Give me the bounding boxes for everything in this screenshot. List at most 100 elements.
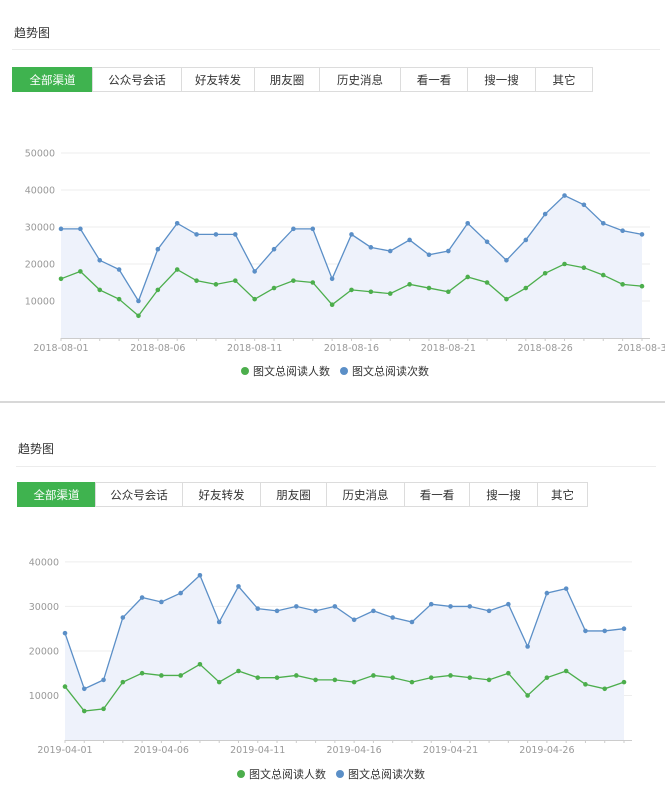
x-tick-label: 2019-04-06 (134, 745, 189, 756)
x-tick-label: 2018-08-16 (324, 343, 379, 354)
data-point (486, 677, 492, 683)
data-point (349, 232, 354, 237)
data-point (174, 267, 180, 272)
data-point (136, 313, 141, 319)
data-point (271, 246, 277, 252)
legend-item-readers[interactable]: 图文总阅读人数 (241, 363, 330, 379)
data-point (506, 601, 511, 607)
legend-dot-green (237, 770, 245, 778)
data-point (504, 258, 509, 263)
y-tick-label: 20000 (25, 260, 55, 271)
x-tick-label: 2018-08-06 (130, 343, 185, 354)
data-point (504, 296, 509, 302)
data-point (332, 677, 338, 683)
legend-label: 图文总阅读次数 (348, 768, 425, 781)
area-fill (61, 195, 642, 338)
data-point (600, 272, 606, 278)
data-point (294, 673, 299, 678)
data-point (602, 628, 608, 634)
data-point (465, 274, 471, 280)
data-point (368, 245, 374, 250)
data-point (274, 608, 280, 614)
data-point (62, 630, 68, 636)
data-point (213, 232, 219, 237)
legend-label: 图文总阅读次数 (352, 365, 429, 378)
data-point (178, 590, 183, 596)
data-point (583, 628, 588, 634)
x-tick-label: 2018-08-3 (617, 343, 665, 354)
data-point (58, 226, 64, 232)
data-point (583, 682, 588, 687)
data-point (368, 289, 374, 295)
data-point (446, 248, 451, 254)
y-tick-label: 40000 (25, 186, 55, 197)
data-point (525, 644, 530, 649)
legend-item-reads[interactable]: 图文总阅读次数 (340, 363, 429, 379)
data-point (448, 673, 453, 678)
y-tick-label: 50000 (25, 149, 55, 160)
data-point (97, 258, 103, 263)
data-point (233, 232, 238, 237)
data-point (159, 673, 164, 678)
trend-chart: 10000 20000 30000 40000 2019-04-01 2019-04-06… (29, 557, 632, 756)
data-point (563, 668, 569, 674)
data-point (467, 675, 473, 680)
data-point (525, 693, 530, 698)
y-tick-label: 30000 (25, 223, 55, 234)
data-point (600, 221, 606, 226)
x-tick-label: 2019-04-11 (230, 745, 285, 756)
data-point (194, 278, 199, 283)
y-tick-label: 10000 (25, 297, 55, 308)
data-point (139, 670, 145, 676)
data-point (409, 679, 415, 685)
data-point (506, 670, 511, 676)
data-point (563, 586, 569, 591)
legend-dot-blue (336, 770, 344, 778)
x-tick-label: 2018-08-26 (518, 343, 573, 354)
data-point (252, 269, 257, 274)
data-point (562, 193, 567, 198)
data-point (310, 280, 316, 285)
data-point (329, 302, 335, 308)
data-point (155, 287, 161, 293)
data-point (562, 261, 567, 267)
data-point (194, 232, 199, 237)
data-point (81, 686, 87, 692)
data-point (484, 239, 490, 245)
legend-dot-green (241, 367, 249, 375)
data-point (313, 608, 318, 614)
data-point (159, 599, 164, 605)
data-point (407, 237, 412, 243)
data-point (387, 248, 393, 254)
data-point (465, 221, 471, 226)
data-point (639, 283, 645, 289)
data-point (216, 619, 222, 625)
x-tick-label: 2019-04-01 (37, 745, 92, 756)
data-point (236, 584, 241, 589)
data-point (467, 604, 473, 609)
data-point (486, 608, 492, 614)
data-point (178, 673, 183, 678)
data-point (428, 675, 434, 680)
data-point (155, 246, 161, 252)
y-tick-label: 20000 (29, 646, 59, 657)
data-point (426, 252, 432, 258)
data-point (255, 606, 261, 611)
data-point (294, 604, 299, 609)
legend-item-reads[interactable]: 图文总阅读次数 (336, 766, 425, 782)
y-tick-label: 40000 (29, 557, 59, 568)
data-point (58, 276, 64, 282)
x-tick-label: 2019-04-26 (519, 745, 574, 756)
legend-item-readers[interactable]: 图文总阅读人数 (237, 766, 326, 782)
data-point (236, 668, 241, 674)
data-point (446, 289, 451, 295)
y-tick-label: 30000 (29, 602, 59, 613)
data-point (252, 296, 257, 302)
legend-label: 图文总阅读人数 (253, 365, 330, 378)
data-point (233, 278, 238, 283)
data-point (428, 601, 434, 607)
data-point (542, 270, 548, 276)
data-point (351, 617, 357, 623)
data-point (544, 675, 550, 680)
data-point (542, 211, 548, 217)
